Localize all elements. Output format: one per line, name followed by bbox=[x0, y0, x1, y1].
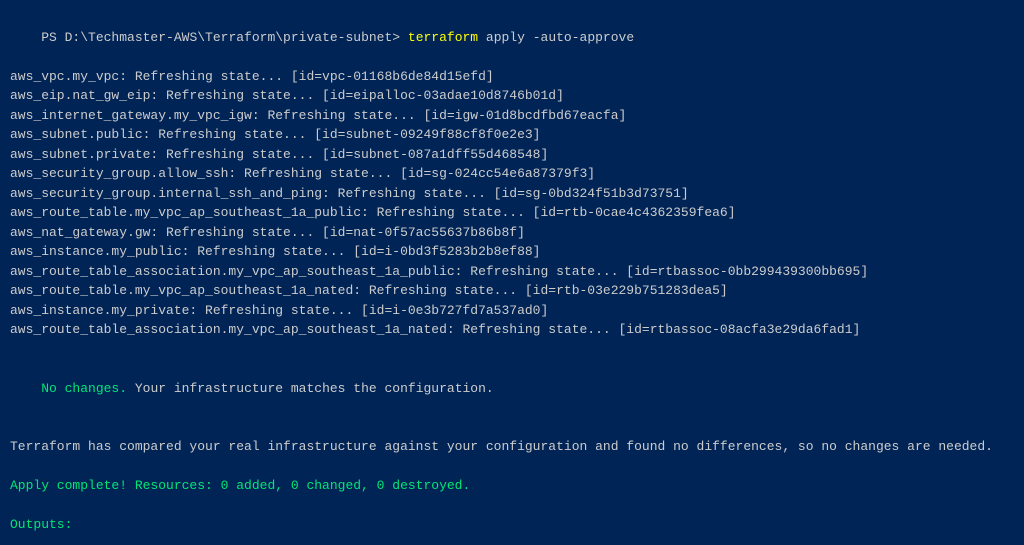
output-line-5: aws_subnet.private: Refreshing state... … bbox=[10, 145, 1014, 165]
output-line-10: aws_instance.my_public: Refreshing state… bbox=[10, 242, 1014, 262]
no-changes-text: Your infrastructure matches the configur… bbox=[127, 381, 494, 396]
output-line-13: aws_instance.my_private: Refreshing stat… bbox=[10, 301, 1014, 321]
no-changes-label: No changes. bbox=[41, 381, 127, 396]
blank-line-3 bbox=[10, 457, 1014, 477]
output-line-11: aws_route_table_association.my_vpc_ap_so… bbox=[10, 262, 1014, 282]
prompt-line: PS D:\Techmaster-AWS\Terraform\private-s… bbox=[10, 8, 1014, 67]
output-line-4: aws_subnet.public: Refreshing state... [… bbox=[10, 125, 1014, 145]
output-line-6: aws_security_group.allow_ssh: Refreshing… bbox=[10, 164, 1014, 184]
blank-line-4 bbox=[10, 496, 1014, 516]
output-line-9: aws_nat_gateway.gw: Refreshing state... … bbox=[10, 223, 1014, 243]
terraform-compared-line: Terraform has compared your real infrast… bbox=[10, 437, 1014, 457]
output-line-3: aws_internet_gateway.my_vpc_igw: Refresh… bbox=[10, 106, 1014, 126]
blank-line-5 bbox=[10, 535, 1014, 545]
output-line-7: aws_security_group.internal_ssh_and_ping… bbox=[10, 184, 1014, 204]
blank-line-2 bbox=[10, 418, 1014, 438]
outputs-label: Outputs: bbox=[10, 515, 1014, 535]
output-line-14: aws_route_table_association.my_vpc_ap_so… bbox=[10, 320, 1014, 340]
output-line-1: aws_vpc.my_vpc: Refreshing state... [id=… bbox=[10, 67, 1014, 87]
apply-complete-line: Apply complete! Resources: 0 added, 0 ch… bbox=[10, 476, 1014, 496]
prompt-ps: PS D:\Techmaster-AWS\Terraform\private-s… bbox=[41, 30, 408, 45]
command: terraform bbox=[408, 30, 478, 45]
no-changes-line: No changes. Your infrastructure matches … bbox=[10, 359, 1014, 418]
output-line-8: aws_route_table.my_vpc_ap_southeast_1a_p… bbox=[10, 203, 1014, 223]
output-line-2: aws_eip.nat_gw_eip: Refreshing state... … bbox=[10, 86, 1014, 106]
blank-line-1 bbox=[10, 340, 1014, 360]
terminal: PS D:\Techmaster-AWS\Terraform\private-s… bbox=[0, 0, 1024, 545]
output-line-12: aws_route_table.my_vpc_ap_southeast_1a_n… bbox=[10, 281, 1014, 301]
command-args: apply -auto-approve bbox=[478, 30, 634, 45]
